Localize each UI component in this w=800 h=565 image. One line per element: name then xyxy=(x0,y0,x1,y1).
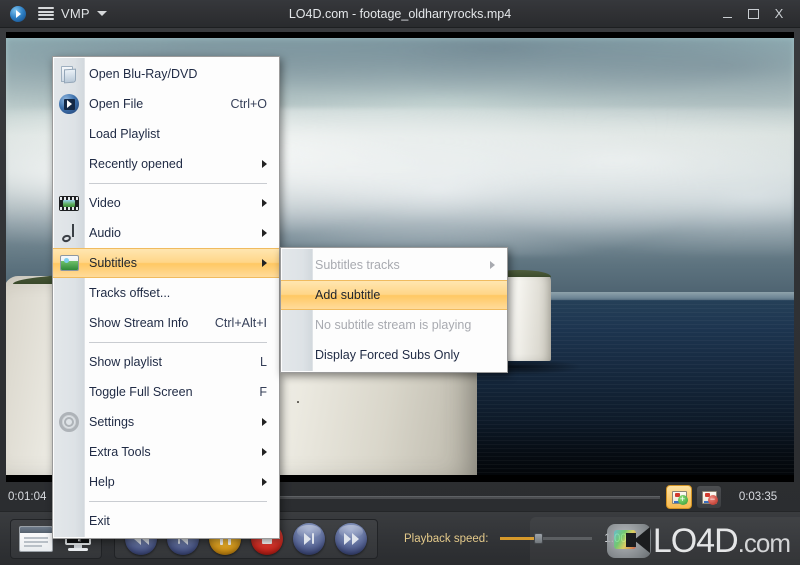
chevron-right-icon xyxy=(262,259,267,267)
menu-item-label: Subtitles tracks xyxy=(315,258,400,272)
watermark-brand: LO4D xyxy=(652,521,739,560)
vmp-player-window: VMP LO4D.com - footage_oldharryrocks.mp4… xyxy=(0,0,800,565)
disc-play-icon xyxy=(58,93,80,115)
app-logo-icon xyxy=(10,5,26,22)
menu-separator xyxy=(89,183,267,184)
menu-item-accelerator: Ctrl+O xyxy=(230,97,267,111)
menu-item-label: Tracks offset... xyxy=(89,286,171,300)
gear-icon xyxy=(58,411,80,433)
menu-item-tracks-offset[interactable]: Tracks offset... xyxy=(53,278,279,308)
menu-item-load-playlist[interactable]: Load Playlist xyxy=(53,119,279,149)
menu-item-video[interactable]: Video xyxy=(53,188,279,218)
menu-item-exit[interactable]: Exit xyxy=(53,506,279,536)
chevron-right-icon xyxy=(262,448,267,456)
submenu-item-no-subtitle-stream: No subtitle stream is playing xyxy=(281,310,507,340)
submenu-item-display-forced-subs-only[interactable]: Display Forced Subs Only xyxy=(281,340,507,370)
chevron-right-icon xyxy=(262,199,267,207)
app-name-label: VMP xyxy=(61,6,90,21)
menu-item-show-playlist[interactable]: Show playlist L xyxy=(53,347,279,377)
chevron-down-icon[interactable] xyxy=(96,11,107,16)
chevron-right-icon xyxy=(262,160,267,168)
watermark-text: LO4D.com xyxy=(652,521,791,561)
subtitles-icon xyxy=(58,252,80,274)
subtitle-buttons: + − xyxy=(666,485,722,509)
menu-item-extra-tools[interactable]: Extra Tools xyxy=(53,437,279,467)
menu-item-accelerator: L xyxy=(260,355,267,369)
watermark-overlay: LO4D.com xyxy=(530,517,800,565)
menu-item-label: Display Forced Subs Only xyxy=(315,348,460,362)
menu-item-toggle-full-screen[interactable]: Toggle Full Screen F xyxy=(53,377,279,407)
forward-button[interactable] xyxy=(335,522,367,555)
window-controls: X xyxy=(714,3,800,25)
title-bar: VMP LO4D.com - footage_oldharryrocks.mp4… xyxy=(0,0,800,28)
next-button[interactable] xyxy=(293,522,325,555)
menu-item-accelerator: Ctrl+Alt+I xyxy=(214,316,267,330)
menu-item-label: Subtitles xyxy=(89,256,137,270)
window-title: LO4D.com - footage_oldharryrocks.mp4 xyxy=(288,6,512,21)
subtitle-remove-icon: − xyxy=(701,490,718,505)
menu-separator xyxy=(89,501,267,502)
menu-item-label: Help xyxy=(89,475,115,489)
film-icon xyxy=(58,192,80,214)
menu-item-label: Settings xyxy=(89,415,135,429)
menu-item-label: Add subtitle xyxy=(315,288,381,302)
maximize-button[interactable] xyxy=(740,3,766,25)
remove-subtitle-button[interactable]: − xyxy=(696,485,722,509)
menu-item-label: No subtitle stream is playing xyxy=(315,318,472,332)
menu-item-label: Open Blu-Ray/DVD xyxy=(89,67,198,81)
folder-icon xyxy=(58,63,80,85)
playback-speed-label: Playback speed: xyxy=(404,532,489,545)
add-subtitle-button[interactable]: + xyxy=(666,485,692,509)
menu-item-subtitles[interactable]: Subtitles xyxy=(53,248,279,278)
menu-separator xyxy=(89,342,267,343)
menu-item-label: Show playlist xyxy=(89,355,162,369)
menu-item-label: Video xyxy=(89,196,121,210)
menu-item-label: Open File xyxy=(89,97,144,111)
close-button[interactable]: X xyxy=(766,3,792,25)
music-note-icon xyxy=(58,222,80,244)
menu-item-settings[interactable]: Settings xyxy=(53,407,279,437)
menu-hamburger-icon[interactable] xyxy=(38,7,54,20)
menu-item-label: Show Stream Info xyxy=(89,316,189,330)
menu-item-label: Extra Tools xyxy=(89,445,151,459)
subtitle-add-icon: + xyxy=(671,490,688,505)
menu-item-label: Exit xyxy=(89,514,110,528)
menu-item-help[interactable]: Help xyxy=(53,467,279,497)
chevron-right-icon xyxy=(490,261,495,269)
menu-item-recently-opened[interactable]: Recently opened xyxy=(53,149,279,179)
submenu-item-subtitles-tracks[interactable]: Subtitles tracks xyxy=(281,250,507,280)
menu-item-label: Load Playlist xyxy=(89,127,160,141)
menu-item-label: Recently opened xyxy=(89,157,183,171)
submenu-item-add-subtitle[interactable]: Add subtitle xyxy=(281,280,507,310)
menu-item-open-bluray[interactable]: Open Blu-Ray/DVD xyxy=(53,59,279,89)
menu-item-show-stream-info[interactable]: Show Stream Info Ctrl+Alt+I xyxy=(53,308,279,338)
menu-item-audio[interactable]: Audio xyxy=(53,218,279,248)
menu-item-open-file[interactable]: Open File Ctrl+O xyxy=(53,89,279,119)
menu-item-label: Audio xyxy=(89,226,121,240)
watermark-suffix: .com xyxy=(737,527,791,558)
chevron-right-icon xyxy=(262,229,267,237)
menu-item-label: Toggle Full Screen xyxy=(89,385,193,399)
chevron-right-icon xyxy=(262,478,267,486)
menu-item-accelerator: F xyxy=(259,385,267,399)
subtitles-submenu: Subtitles tracks Add subtitle No subtitl… xyxy=(280,247,508,373)
main-menu: Open Blu-Ray/DVD Open File Ctrl+O Load P… xyxy=(52,56,280,539)
chevron-right-icon xyxy=(262,418,267,426)
playlist-icon[interactable] xyxy=(19,525,53,552)
total-time-label: 0:03:35 xyxy=(738,491,778,503)
minimize-button[interactable] xyxy=(714,3,740,25)
